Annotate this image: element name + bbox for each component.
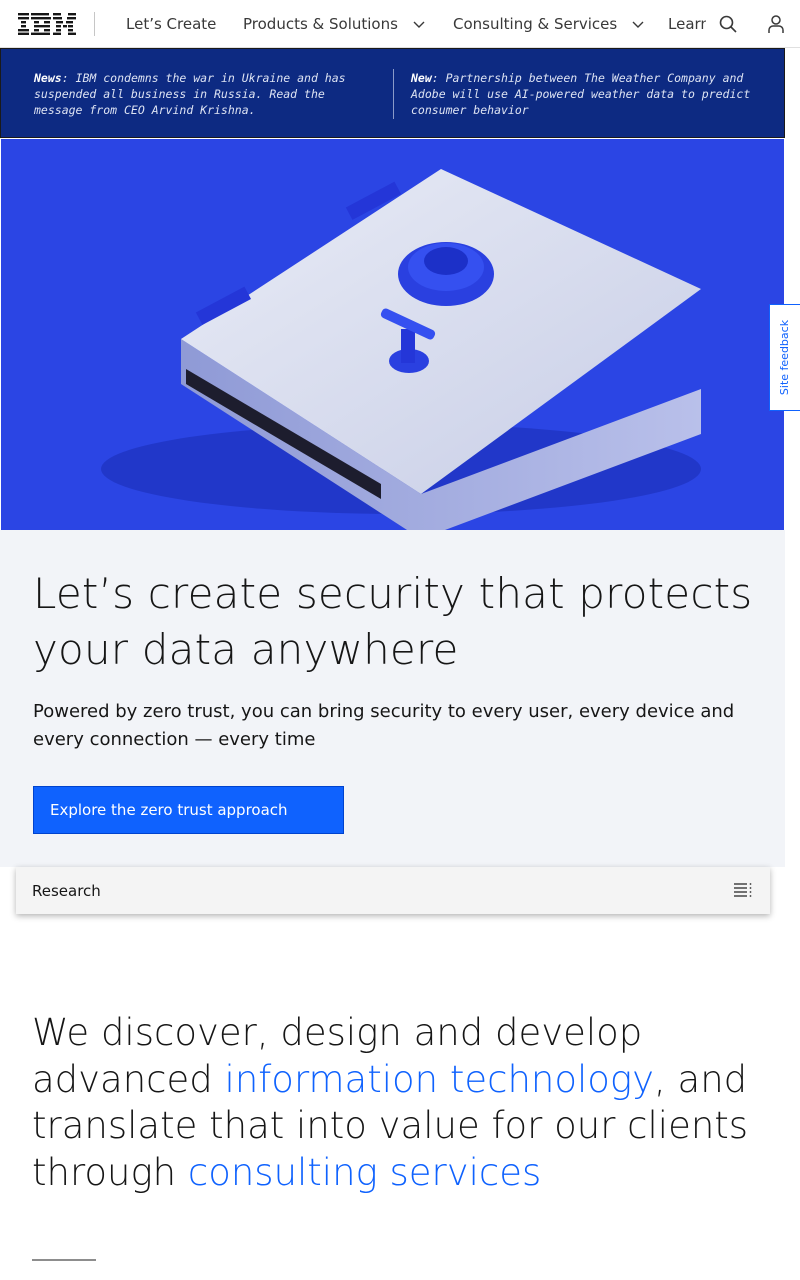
safe-illustration (1, 139, 784, 530)
ibm-logo[interactable] (18, 13, 76, 35)
news-text: : Partnership between The Weather Compan… (411, 71, 751, 117)
top-navigation: Let’s Create Products & Solutions Consul… (0, 0, 800, 48)
news-bar: News: IBM condemns the war in Ukraine an… (0, 48, 785, 138)
news-tag: News (34, 71, 62, 85)
chevron-down-icon (632, 21, 644, 28)
nav-label: Products & Solutions (243, 15, 398, 33)
news-tag: New (411, 71, 432, 85)
section-divider (32, 1259, 96, 1261)
chevron-down-icon (413, 21, 425, 28)
information-technology-link[interactable]: information technology (225, 1058, 654, 1101)
hero-title: Let’s create security that protects your… (33, 569, 753, 674)
nav-consulting-services[interactable]: Consulting & Services (453, 0, 645, 48)
news-divider (393, 69, 394, 119)
research-label: Research (32, 881, 101, 900)
site-feedback-tab[interactable]: Site feedback (769, 304, 800, 411)
hero-image (1, 139, 784, 530)
explore-zero-trust-button[interactable]: Explore the zero trust approach (33, 786, 344, 834)
logo-divider (94, 12, 95, 36)
nav-learn[interactable]: Learn (668, 0, 706, 48)
nav-label: Consulting & Services (453, 15, 618, 33)
news-item-ukraine[interactable]: News: IBM condemns the war in Ukraine an… (34, 70, 364, 118)
news-item-weather-adobe[interactable]: New: Partnership between The Weather Com… (411, 70, 751, 118)
news-text: : IBM condemns the war in Ukraine and ha… (34, 71, 346, 117)
nav-label: Learn (668, 15, 706, 33)
nav-products-solutions[interactable]: Products & Solutions (243, 0, 426, 48)
search-icon[interactable] (718, 14, 738, 34)
consulting-services-link[interactable]: consulting services (188, 1151, 541, 1194)
site-feedback-label: Site feedback (778, 319, 792, 396)
hero-subtitle: Powered by zero trust, you can bring sec… (33, 701, 735, 750)
list-menu-icon (734, 883, 752, 897)
hero-panel: Let’s create security that protects your… (0, 530, 785, 867)
research-menu-bar[interactable]: Research (16, 867, 770, 914)
nav-lets-create[interactable]: Let’s Create (126, 0, 216, 48)
lead-statement: We discover, design and develop advanced… (32, 1010, 772, 1196)
nav-label: Let’s Create (126, 15, 217, 33)
user-icon[interactable] (766, 14, 786, 34)
